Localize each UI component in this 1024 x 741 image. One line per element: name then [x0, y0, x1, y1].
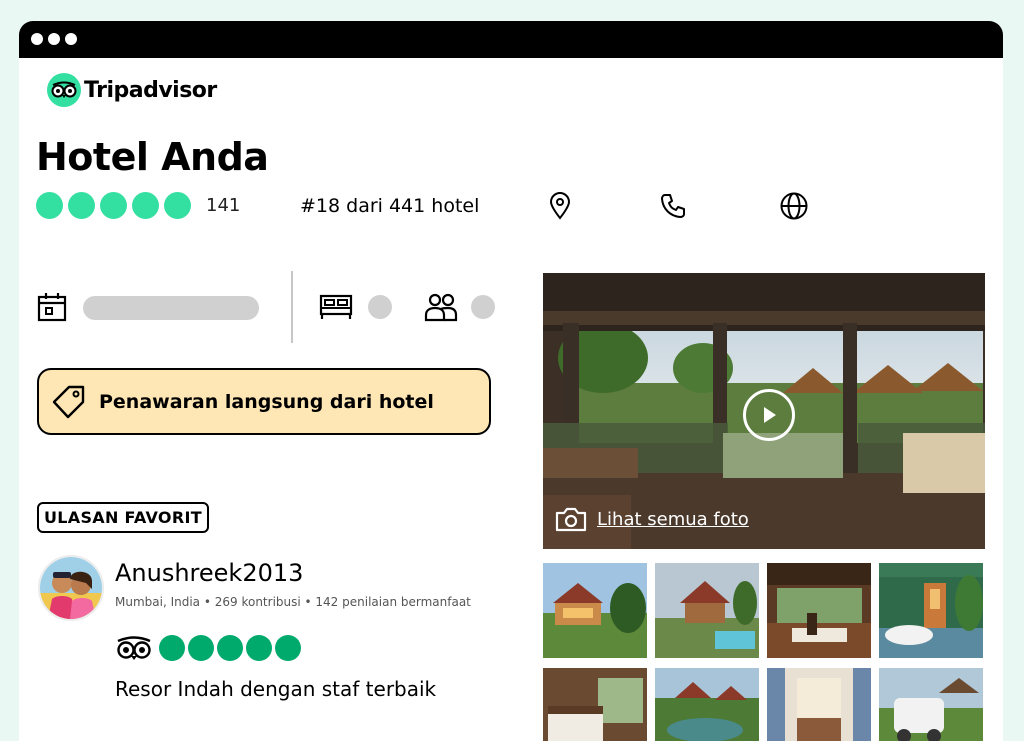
booking-search-bar — [36, 271, 496, 343]
photo-thumbnail[interactable] — [767, 668, 871, 741]
rating-bubble — [275, 635, 301, 661]
photo-thumbnail[interactable] — [655, 668, 759, 741]
phone-icon[interactable] — [656, 189, 690, 223]
rating-bubble — [159, 635, 185, 661]
owl-icon — [116, 636, 152, 660]
brand-name: Tripadvisor — [84, 77, 217, 103]
offer-label: Penawaran langsung dari hotel — [99, 390, 434, 413]
reviewer-name[interactable]: Anushreek2013 — [115, 559, 303, 587]
play-icon — [761, 406, 777, 424]
window-dot — [48, 33, 60, 45]
review-rating — [116, 635, 301, 661]
see-all-photos-label: Lihat semua foto — [597, 508, 749, 530]
date-field[interactable] — [83, 296, 259, 320]
play-video-button[interactable] — [743, 389, 795, 441]
review-count: 141 — [206, 194, 241, 216]
photo-thumbnail[interactable] — [543, 563, 647, 658]
tripadvisor-logo[interactable]: Tripadvisor — [47, 73, 217, 107]
rating-bubble — [36, 191, 63, 219]
avatar[interactable] — [38, 555, 104, 621]
divider — [291, 271, 293, 343]
hotel-ranking[interactable]: #18 dari 441 hotel — [300, 195, 479, 217]
browser-window: Tripadvisor Hotel Anda 141 #18 dari 441 … — [19, 21, 1003, 741]
tag-icon — [51, 384, 87, 420]
rating-bubble — [132, 191, 159, 219]
bed-icon[interactable] — [319, 293, 353, 321]
guests-count[interactable] — [471, 295, 495, 319]
hotel-title: Hotel Anda — [36, 135, 269, 179]
calendar-icon[interactable] — [36, 291, 68, 323]
reviewer-meta: Mumbai, India • 269 kontribusi • 142 pen… — [115, 595, 471, 609]
rating-bubble — [217, 635, 243, 661]
photo-thumbnail[interactable] — [879, 563, 983, 658]
rating-bubble — [246, 635, 272, 661]
location-pin-icon[interactable] — [543, 189, 577, 223]
rating-bubble — [188, 635, 214, 661]
photo-thumbnail[interactable] — [767, 563, 871, 658]
rooms-count[interactable] — [368, 295, 392, 319]
favorite-review-badge: ULASAN FAVORIT — [37, 502, 209, 533]
photo-thumbnail[interactable] — [879, 668, 983, 741]
photo-thumbnail[interactable] — [655, 563, 759, 658]
guests-icon[interactable] — [424, 291, 458, 323]
see-all-photos-link[interactable]: Lihat semua foto — [555, 506, 749, 532]
rating-bubble — [100, 191, 127, 219]
direct-offer-button[interactable]: Penawaran langsung dari hotel — [37, 368, 491, 435]
review-title[interactable]: Resor Indah dengan staf terbaik — [115, 677, 436, 701]
main-photo[interactable]: Lihat semua foto — [543, 273, 985, 549]
hotel-rating[interactable]: 141 — [36, 191, 240, 219]
rating-bubble — [68, 191, 95, 219]
rating-bubble — [164, 191, 191, 219]
window-dot — [65, 33, 77, 45]
window-titlebar — [19, 21, 1003, 58]
camera-icon — [555, 506, 587, 532]
photo-thumbnail[interactable] — [543, 668, 647, 741]
globe-icon[interactable] — [777, 189, 811, 223]
owl-logo-icon — [47, 73, 81, 107]
window-dot — [31, 33, 43, 45]
